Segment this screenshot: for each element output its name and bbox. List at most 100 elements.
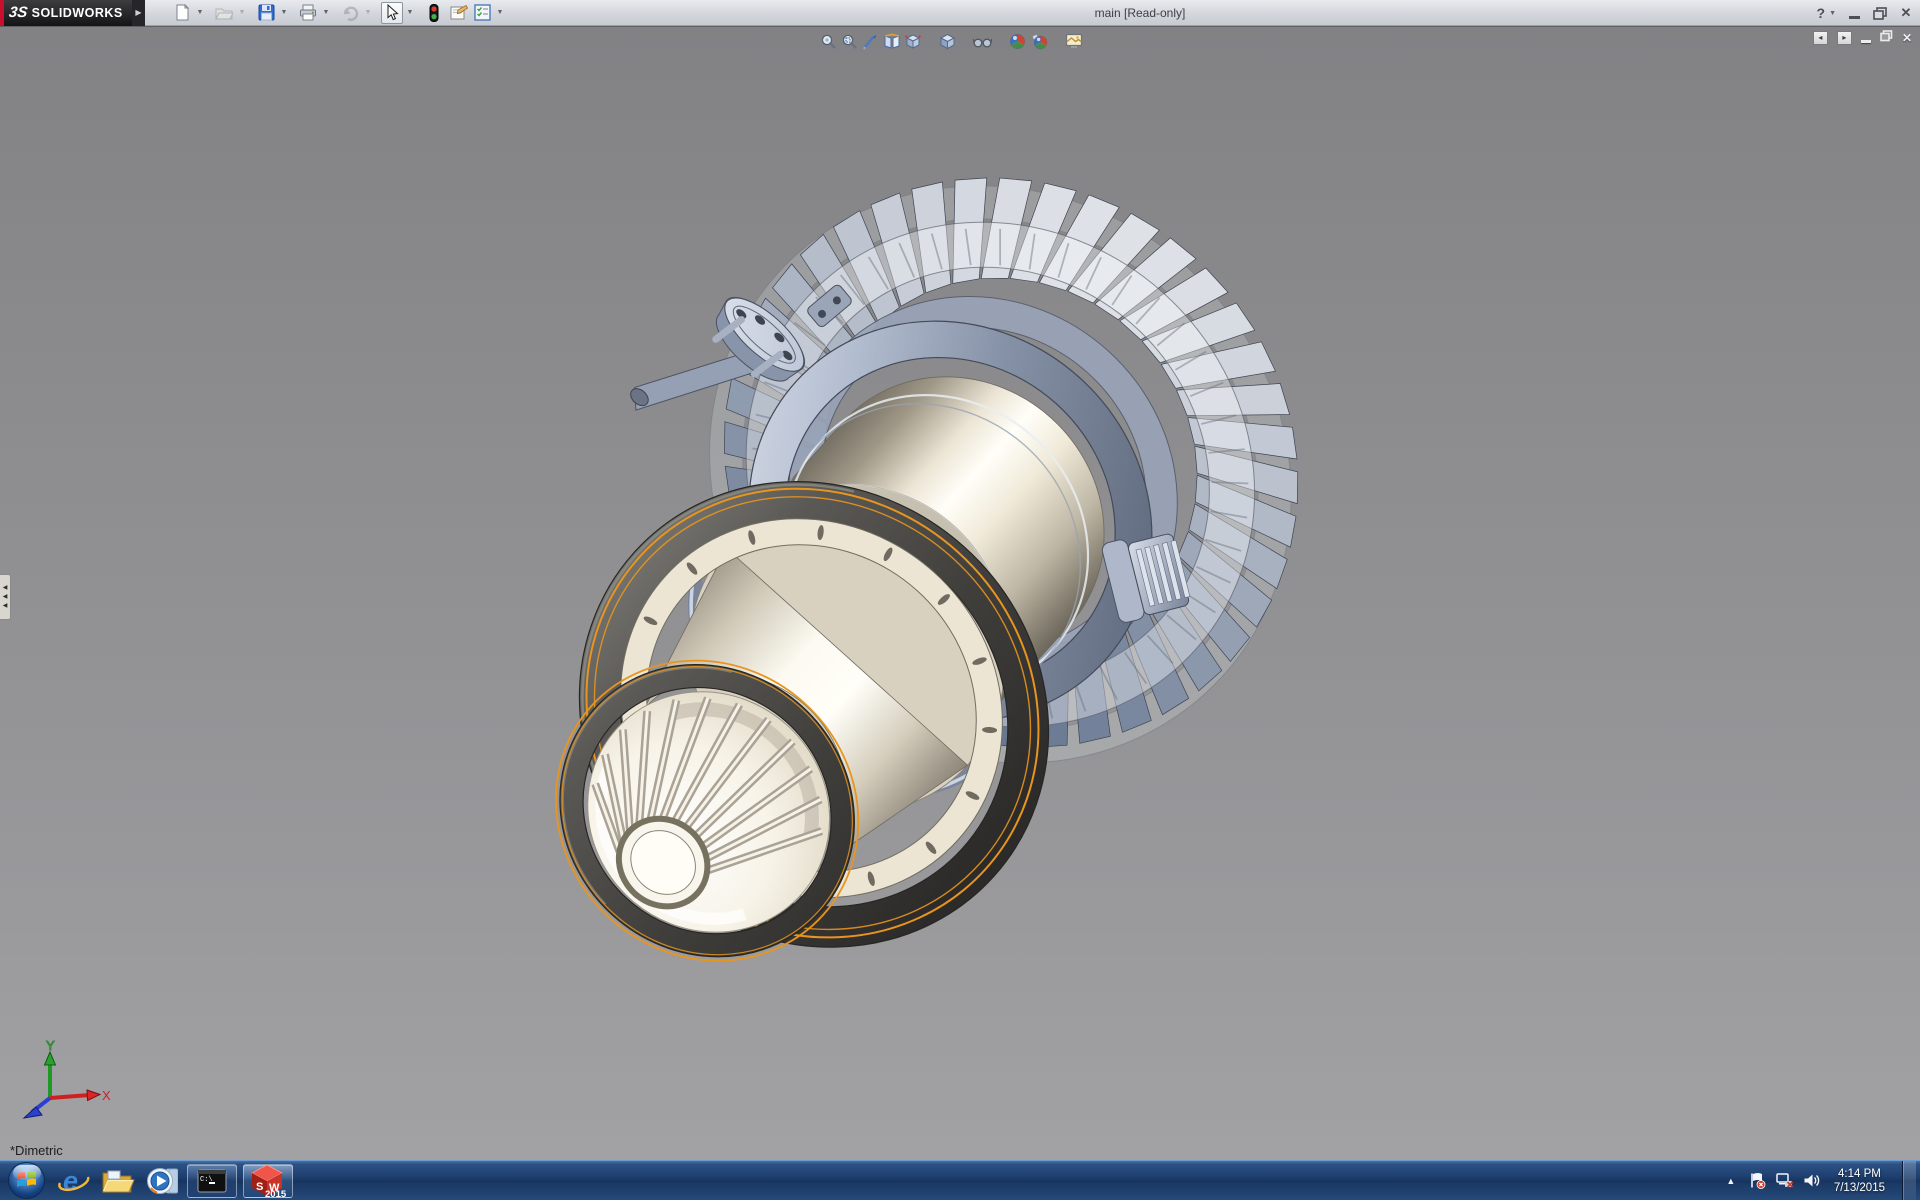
save-floppy-icon <box>258 4 275 21</box>
titlebar-controls: ? ▼ ✕ <box>1817 0 1915 26</box>
edit-appearance-button[interactable] <box>1007 31 1028 51</box>
media-player-icon <box>146 1166 178 1196</box>
triad-y-label: Y <box>46 1038 55 1053</box>
doc-restore-icon <box>1880 30 1893 42</box>
appearance-ball-icon <box>1009 33 1026 50</box>
select-button[interactable] <box>381 2 403 24</box>
help-button[interactable]: ? <box>1817 5 1826 21</box>
network-status-icon[interactable] <box>1776 1172 1794 1189</box>
new-document-button[interactable] <box>171 2 193 24</box>
action-center-icon[interactable] <box>1749 1172 1767 1189</box>
internet-explorer-icon: e <box>58 1166 90 1196</box>
view-orientation-button[interactable] <box>902 31 923 51</box>
hide-show-items-button[interactable] <box>972 31 993 51</box>
collapse-arrow-icon: ◀ <box>3 585 8 591</box>
collapsed-panel-tab[interactable]: ◀ ◀ ◀ <box>0 574 11 620</box>
heads-up-toolbar <box>818 31 1084 51</box>
previous-view-button[interactable] <box>860 31 881 51</box>
volume-icon[interactable] <box>1803 1172 1821 1189</box>
save-button[interactable] <box>255 2 277 24</box>
svg-text:S: S <box>256 1181 263 1193</box>
collapse-right-pane-button[interactable]: ▸ <box>1837 31 1852 45</box>
doc-minimize-button[interactable] <box>1861 33 1871 43</box>
apply-scene-icon <box>1030 33 1048 50</box>
triad-x-label: X <box>102 1088 111 1103</box>
taskbar-clock[interactable]: 4:14 PM 7/13/2015 <box>1834 1167 1885 1195</box>
solidworks-logo: 3S SOLIDWORKS <box>0 0 132 26</box>
collapse-arrow-icon: ◀ <box>3 594 8 600</box>
close-button[interactable]: ✕ <box>1898 5 1914 21</box>
options-dropdown[interactable]: ▼ <box>495 2 505 24</box>
svg-text:e: e <box>63 1166 78 1196</box>
title-bar: 3S SOLIDWORKS ▶ ▼ ▼ <box>0 0 1920 26</box>
solidworks-2015-icon: S W 2015 <box>250 1164 286 1198</box>
open-dropdown[interactable]: ▼ <box>237 2 247 24</box>
taskbar-item-internet-explorer[interactable]: e <box>54 1162 94 1200</box>
print-dropdown[interactable]: ▼ <box>321 2 331 24</box>
minimize-button[interactable] <box>1846 5 1862 21</box>
command-prompt-icon: C:\ <box>197 1169 227 1193</box>
options-icon <box>474 4 491 21</box>
zoom-to-fit-icon <box>820 33 837 50</box>
display-style-button[interactable] <box>937 31 958 51</box>
zoom-to-area-icon <box>841 33 858 50</box>
show-desktop-button[interactable] <box>1902 1161 1916 1200</box>
svg-text:2015: 2015 <box>265 1189 286 1198</box>
help-dropdown[interactable]: ▼ <box>1829 10 1836 17</box>
undo-dropdown[interactable]: ▼ <box>363 2 373 24</box>
undo-button[interactable] <box>339 2 361 24</box>
print-button[interactable] <box>297 2 319 24</box>
show-hidden-icons-button[interactable]: ▲ <box>1722 1176 1740 1186</box>
brand-name: SOLIDWORKS <box>32 6 123 20</box>
new-dropdown[interactable]: ▼ <box>195 2 205 24</box>
document-window-controls: ◂ ▸ ✕ <box>1813 30 1912 45</box>
select-dropdown[interactable]: ▼ <box>405 2 415 24</box>
eyeglasses-icon <box>973 34 992 49</box>
taskbar: e <box>0 1160 1920 1200</box>
open-button[interactable] <box>213 2 235 24</box>
display-style-icon <box>939 33 956 50</box>
taskbar-item-windows-explorer[interactable] <box>98 1162 138 1200</box>
taskbar-item-solidworks-2015[interactable]: S W 2015 <box>243 1164 293 1198</box>
system-tray: ▲ <box>1722 1161 1920 1200</box>
collapse-arrow-icon: ◀ <box>3 603 8 609</box>
reference-triad: Y X <box>16 1038 112 1124</box>
undo-icon <box>341 5 359 21</box>
graphics-viewport[interactable]: ◂ ▸ ✕ ◀ ◀ ◀ Y X <box>0 26 1920 1160</box>
section-view-icon <box>883 33 901 50</box>
traffic-light-icon <box>429 4 439 22</box>
start-button[interactable] <box>8 1162 45 1199</box>
view-settings-button[interactable] <box>1063 31 1084 51</box>
clock-time: 4:14 PM <box>1834 1167 1885 1181</box>
restore-icon <box>1873 7 1887 20</box>
view-orientation-icon <box>904 33 922 50</box>
taskbar-item-command-prompt[interactable]: C:\ <box>187 1164 237 1198</box>
view-orientation-label: *Dimetric <box>10 1143 63 1158</box>
doc-close-button[interactable]: ✕ <box>1902 31 1912 45</box>
doc-restore-button[interactable] <box>1880 30 1893 45</box>
windows-flag-icon <box>16 1171 37 1190</box>
apply-scene-button[interactable] <box>1028 31 1049 51</box>
zoom-to-area-button[interactable] <box>839 31 860 51</box>
taskbar-item-media-player[interactable] <box>142 1162 182 1200</box>
menu-expander-button[interactable]: ▶ <box>132 0 145 26</box>
previous-view-icon <box>862 33 879 50</box>
collapse-left-pane-button[interactable]: ◂ <box>1813 31 1828 45</box>
select-cursor-icon <box>385 4 400 21</box>
main-toolbar: ▼ ▼ ▼ <box>171 2 511 24</box>
restore-button[interactable] <box>1872 5 1888 21</box>
section-view-button[interactable] <box>881 31 902 51</box>
folder-icon <box>101 1167 135 1195</box>
view-settings-icon <box>1065 33 1083 49</box>
design-binder-button[interactable] <box>447 2 469 24</box>
document-title: main [Read-only] <box>1040 0 1240 26</box>
engine-model[interactable] <box>0 27 1920 1161</box>
save-dropdown[interactable]: ▼ <box>279 2 289 24</box>
new-document-icon <box>174 4 191 21</box>
open-folder-icon <box>215 5 233 21</box>
options-button[interactable] <box>471 2 493 24</box>
desktop: 3S SOLIDWORKS ▶ ▼ ▼ <box>0 0 1920 1200</box>
zoom-to-fit-button[interactable] <box>818 31 839 51</box>
clock-date: 7/13/2015 <box>1834 1181 1885 1195</box>
solidworks-resources-button[interactable] <box>423 2 445 24</box>
